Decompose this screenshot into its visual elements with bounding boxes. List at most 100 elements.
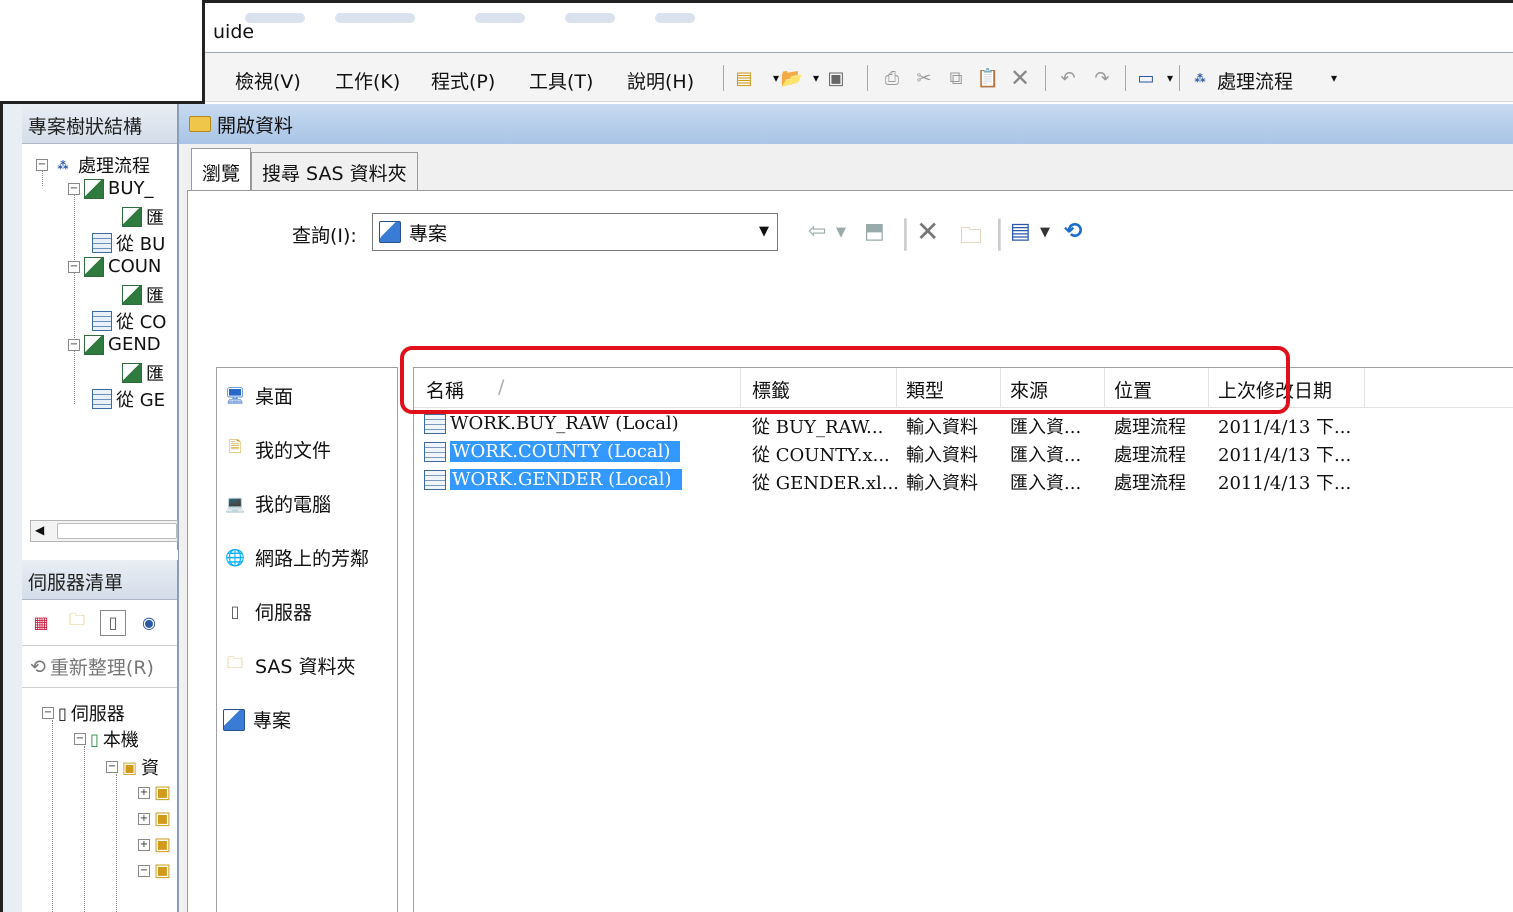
dropdown-arrow-icon[interactable]: ▼ (1040, 225, 1050, 240)
place-label: 伺服器 (255, 602, 313, 624)
tree-item-servers[interactable]: − ▯ 伺服器 (42, 700, 125, 726)
save-icon[interactable]: ▣ (823, 65, 849, 91)
tree-item-local[interactable]: − ▯ 本機 (74, 726, 139, 752)
place-my-computer[interactable]: 💻 我的電腦 (223, 490, 331, 517)
table-row[interactable]: WORK.COUNTY (Local) 從 COUNTY.x... 輸入資料 匯… (414, 438, 1513, 466)
highlight-annotation-box (400, 346, 1290, 414)
collapse-icon[interactable]: − (68, 182, 80, 195)
cut-icon[interactable]: ✂ (911, 65, 937, 91)
table-row[interactable]: WORK.GENDER (Local) 從 GENDER.xl... 輸入資料 … (414, 466, 1513, 494)
server-icon[interactable]: ▯ (100, 609, 126, 636)
tree-line (116, 774, 117, 912)
column-divider[interactable] (1364, 368, 1365, 408)
collapse-icon[interactable]: − (68, 260, 80, 273)
file-location: 處理流程 (1114, 417, 1186, 438)
dropdown-arrow-icon[interactable]: ▾ (1321, 65, 1347, 91)
refresh-icon[interactable]: ⟲ (1064, 219, 1082, 244)
menu-task[interactable]: 工作(K) (335, 67, 400, 94)
tree-item-label: GEND (108, 334, 161, 355)
tree-item-sub[interactable]: − ▣ (138, 860, 171, 881)
place-servers[interactable]: ▯ 伺服器 (223, 598, 312, 625)
place-sas-folders[interactable]: 🗀 SAS 資料夾 (223, 652, 356, 679)
tree-item-import[interactable]: 匯 (122, 282, 164, 308)
server-view-icon[interactable]: ▦ (28, 610, 54, 636)
open-data-dialog: 開啟資料 瀏覽 搜尋 SAS 資料夾 查詢(I): 專案 ▼ ⇦ ▼ ⬒ | ✕… (178, 104, 1513, 912)
undo-icon[interactable]: ↶ (1055, 65, 1081, 91)
tree-item-process-flow[interactable]: − ⁂ 處理流程 (36, 152, 150, 178)
tree-item-data[interactable]: 從 GE (92, 386, 165, 412)
tree-item-sub[interactable]: + ▣ (138, 782, 171, 803)
collapse-icon[interactable]: − (74, 733, 86, 745)
view-menu-icon[interactable]: ▤ (1010, 219, 1031, 244)
place-desktop[interactable]: 🖥 桌面 (223, 382, 293, 409)
tree-item-county[interactable]: − COUN (68, 256, 161, 277)
window-icon[interactable]: ▭ (1133, 65, 1159, 91)
tree-item-sub[interactable]: + ▣ (138, 808, 171, 829)
new-icon[interactable]: ▤ (731, 65, 757, 91)
expand-icon[interactable]: + (138, 812, 150, 825)
collapse-icon[interactable]: − (42, 707, 54, 719)
tree-item-label: COUN (108, 256, 162, 277)
connect-icon[interactable]: ◉ (136, 610, 162, 636)
chevron-down-icon[interactable]: ▼ (759, 224, 769, 239)
place-network[interactable]: 🌐 網路上的芳鄰 (223, 544, 369, 571)
project-tree-pane: 專案樹狀結構 − ⁂ 處理流程 − BUY_ 匯 從 BU − COUN 匯 從… (22, 104, 178, 550)
sas-folder-icon: 🗀 (226, 653, 243, 672)
dropdown-arrow-icon[interactable]: ▼ (836, 225, 846, 240)
dataset-icon (92, 389, 112, 409)
tree-item-sub[interactable]: + ▣ (138, 834, 171, 855)
tree-item-label: 匯 (146, 364, 164, 385)
scroll-left-icon[interactable]: ◀ (35, 523, 44, 537)
process-flow-icon[interactable]: ⁂ (1187, 65, 1213, 91)
collapse-icon[interactable]: − (138, 864, 150, 877)
copy-icon[interactable]: ⧉ (943, 65, 969, 91)
import-task-icon (84, 334, 104, 355)
print-icon[interactable]: ⎙ (879, 65, 905, 91)
process-flow-button[interactable]: 處理流程 (1217, 67, 1293, 94)
delete-icon[interactable]: ✕ (916, 215, 939, 248)
menu-program[interactable]: 程式(P) (431, 67, 495, 94)
delete-icon[interactable]: ✕ (1007, 64, 1033, 92)
tab-browse[interactable]: 瀏覽 (191, 148, 252, 190)
menu-tools[interactable]: 工具(T) (529, 67, 593, 94)
tree-item-gender[interactable]: − GEND (68, 334, 161, 355)
paste-icon[interactable]: 📋 (975, 65, 1001, 91)
redo-icon[interactable]: ↷ (1089, 65, 1115, 91)
tree-item-import[interactable]: 匯 (122, 204, 164, 230)
dataset-icon (424, 469, 446, 490)
collapse-icon[interactable]: − (106, 761, 118, 773)
toolbar-separator (1179, 65, 1180, 91)
blurred-text (335, 13, 415, 23)
tree-item-import[interactable]: 匯 (122, 360, 164, 386)
place-project[interactable]: 專案 (223, 706, 291, 733)
tree-item-label: 匯 (146, 286, 164, 307)
scroll-thumb[interactable] (57, 523, 177, 539)
tree-item-library[interactable]: − ▣ 資 (106, 754, 159, 780)
tab-search-sas-folders[interactable]: 搜尋 SAS 資料夾 (251, 152, 418, 190)
look-in-dropdown[interactable]: 專案 ▼ (372, 213, 778, 251)
process-flow-icon: ⁂ (57, 158, 69, 172)
tree-item-label: 匯 (146, 208, 164, 229)
blurred-text (565, 13, 615, 23)
new-folder-icon[interactable]: 🗀 (960, 219, 982, 257)
menu-help[interactable]: 說明(H) (627, 67, 694, 94)
menu-view[interactable]: 檢視(V) (235, 67, 301, 94)
folder-view-icon[interactable]: 🗀 (64, 610, 90, 636)
collapse-icon[interactable]: − (68, 338, 80, 351)
refresh-button[interactable]: ⟲ 重新整理(R) (22, 646, 177, 688)
expand-icon[interactable]: + (138, 786, 150, 799)
refresh-icon: ⟲ (30, 655, 46, 678)
horizontal-scrollbar[interactable]: ◀ (30, 520, 178, 542)
back-icon[interactable]: ⇦ (808, 219, 826, 244)
tree-item-buy[interactable]: − BUY_ (68, 178, 154, 199)
up-folder-icon[interactable]: ⬒ (864, 219, 885, 244)
file-type: 輸入資料 (906, 445, 978, 466)
computer-icon: 💻 (225, 494, 245, 513)
collapse-icon[interactable]: − (36, 159, 48, 171)
open-icon[interactable]: 📂 (779, 65, 805, 91)
expand-icon[interactable]: + (138, 838, 150, 851)
place-my-documents[interactable]: 🗎 我的文件 (223, 436, 331, 463)
tree-item-data[interactable]: 從 BU (92, 230, 165, 256)
table-row[interactable]: WORK.BUY_RAW (Local) 從 BUY_RAW... 輸入資料 匯… (414, 410, 1513, 438)
tree-item-data[interactable]: 從 CO (92, 308, 166, 334)
